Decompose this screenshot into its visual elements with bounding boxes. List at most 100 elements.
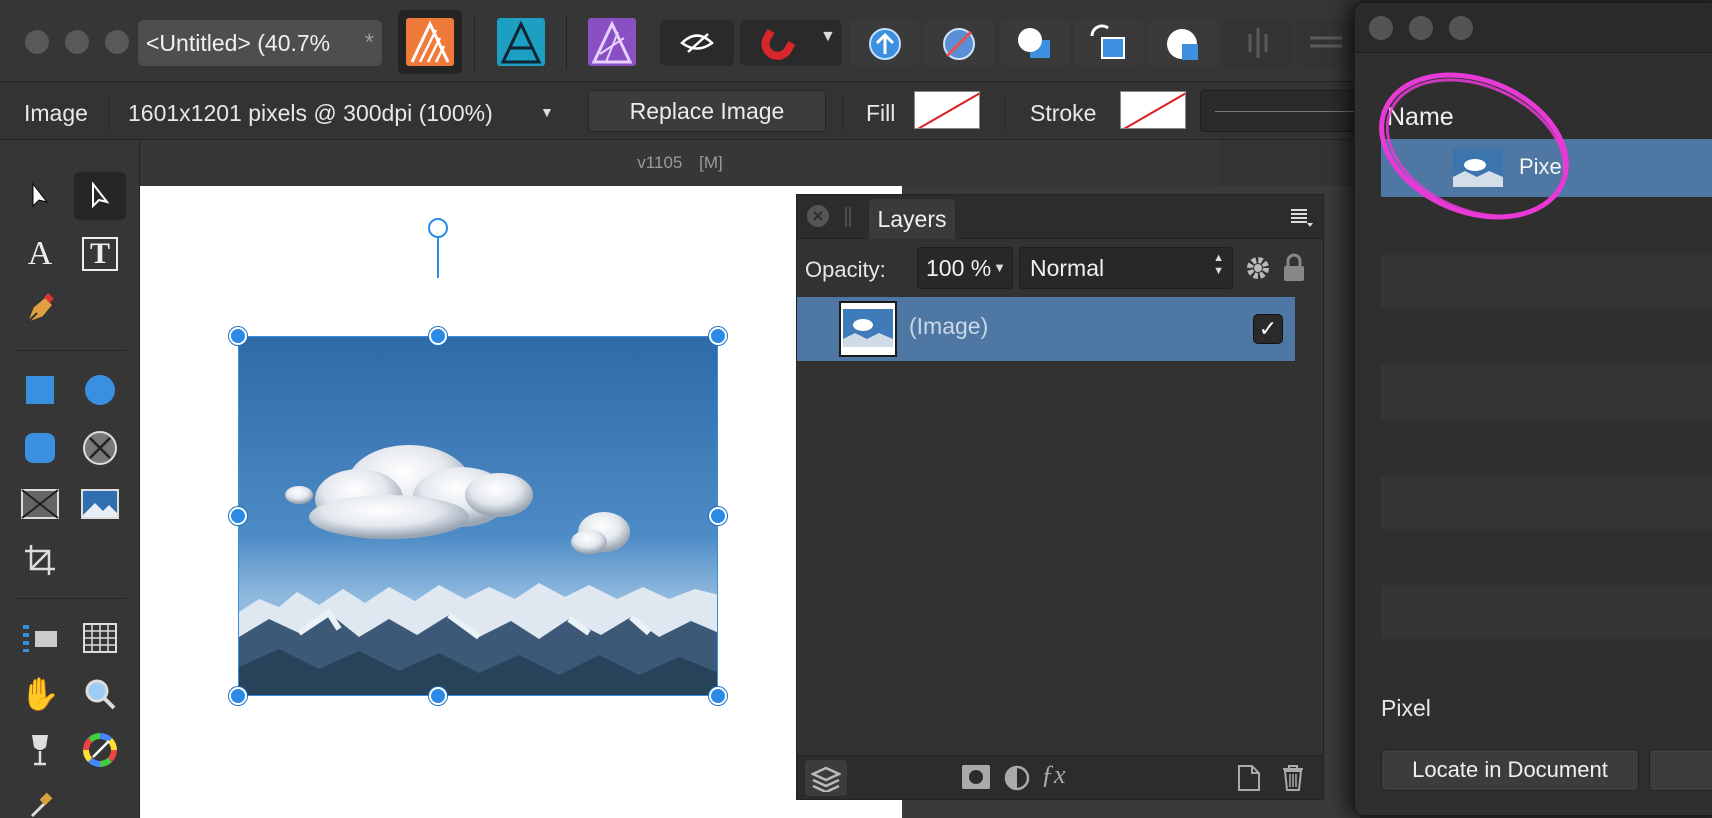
lock-button[interactable] [1281, 253, 1307, 283]
stroke-swatch[interactable] [1120, 91, 1186, 129]
distribute-icon [1310, 36, 1342, 48]
panel-close-icon[interactable]: × [807, 205, 829, 227]
publisher-persona-button[interactable] [398, 10, 462, 74]
designer-persona-button[interactable] [489, 10, 553, 74]
fill-swatch[interactable] [914, 91, 980, 129]
image-icon [81, 489, 119, 519]
panel-grip-icon[interactable] [845, 207, 851, 227]
move-tool[interactable] [14, 172, 66, 220]
layers-panel-header: × Layers [797, 195, 1323, 239]
resource-empty-row [1381, 475, 1712, 529]
ellipse-icon [85, 375, 115, 405]
place-image-tool[interactable] [74, 480, 126, 528]
resource-window-zoom-button[interactable] [1449, 16, 1473, 40]
tools-panel: A T ✋ [0, 140, 140, 818]
secondary-button[interactable] [1649, 749, 1712, 791]
resource-empty-row [1381, 255, 1712, 309]
new-page-icon [1238, 765, 1260, 791]
document-tab-close-icon[interactable]: * [365, 20, 374, 66]
image-info-dropdown-icon[interactable]: ▼ [540, 104, 554, 120]
lock-icon [1284, 253, 1304, 281]
photo-persona-button[interactable] [580, 10, 644, 74]
distribute-button[interactable] [1296, 20, 1356, 66]
rotation-handle[interactable] [428, 218, 448, 238]
blend-mode-select[interactable]: Normal ▲ ▼ [1019, 247, 1233, 289]
arrange-up-icon [869, 28, 901, 60]
rounded-rectangle-tool[interactable] [14, 424, 66, 472]
opacity-field[interactable]: 100 % ▼ [917, 247, 1013, 289]
intersect-shape-button[interactable] [1074, 20, 1144, 66]
designer-icon [497, 18, 545, 66]
eyedropper-icon [30, 792, 53, 818]
eyedropper-tool[interactable] [28, 792, 54, 818]
fx-icon[interactable]: ƒx [1041, 760, 1071, 792]
resize-handle-right[interactable] [709, 507, 727, 525]
tab-layers[interactable]: Layers [869, 199, 955, 239]
color-picker-tool[interactable] [74, 726, 126, 774]
snapping-dropdown-icon[interactable]: ▼ [820, 28, 836, 46]
table-tool[interactable] [74, 614, 126, 662]
highlight-ellipse-annotation [1379, 72, 1569, 220]
view-tool[interactable]: ✋ [14, 670, 66, 718]
layer-row-image[interactable]: (Image) ✓ [797, 297, 1295, 361]
opacity-dropdown-icon[interactable]: ▼ [993, 248, 1006, 288]
artistic-text-tool[interactable]: A [14, 230, 66, 278]
frame-text-tool[interactable]: T [74, 230, 126, 278]
resize-handle-bottom[interactable] [429, 687, 447, 705]
geometry-button[interactable] [924, 20, 994, 66]
layer-visibility-checkbox[interactable]: ✓ [1253, 314, 1283, 344]
move-forward-button[interactable] [850, 20, 920, 66]
mode-label: [M] [699, 153, 723, 172]
toolbar-separator [566, 16, 567, 70]
tools-separator [14, 350, 126, 351]
placed-image[interactable] [238, 336, 718, 696]
stroke-width-field[interactable] [1200, 90, 1360, 132]
locate-in-document-button[interactable]: Locate in Document [1381, 749, 1639, 791]
resize-handle-bottom-right[interactable] [709, 687, 727, 705]
replace-image-button[interactable]: Replace Image [588, 90, 826, 132]
table-of-contents-tool[interactable] [14, 614, 66, 662]
window-minimize-button[interactable] [65, 30, 89, 54]
snapping-button[interactable]: ▼ [740, 20, 842, 66]
image-info-dropdown[interactable]: 1601x1201 pixels @ 300dpi (100%) [128, 100, 493, 127]
fill-tool[interactable] [14, 726, 66, 774]
resource-window-titlebar [1355, 3, 1712, 53]
pen-tool[interactable] [14, 286, 66, 334]
ellipse-tool[interactable] [74, 366, 126, 414]
node-tool[interactable] [74, 172, 126, 220]
ellipse-frame-tool[interactable] [74, 424, 126, 472]
adjustment-button[interactable] [1003, 764, 1031, 792]
view-mode-button[interactable] [660, 20, 734, 66]
align-button[interactable] [1222, 20, 1292, 66]
layer-settings-button[interactable] [1243, 253, 1273, 283]
zoom-tool[interactable] [74, 670, 126, 718]
stroke-preview-line [1215, 111, 1355, 112]
window-close-button[interactable] [25, 30, 49, 54]
resize-handle-top-left[interactable] [229, 327, 247, 345]
rounded-rectangle-icon [25, 433, 55, 463]
fill-label: Fill [866, 100, 896, 126]
crop-tool[interactable] [14, 536, 66, 584]
layer-name[interactable]: (Image) [909, 313, 988, 340]
resize-handle-top[interactable] [429, 327, 447, 345]
toolbar-separator [474, 16, 475, 70]
add-shape-button[interactable] [1000, 20, 1070, 66]
add-layer-button[interactable] [1237, 764, 1261, 792]
document-page[interactable] [140, 186, 902, 818]
add-mask-button[interactable] [961, 764, 991, 792]
picture-frame-tool[interactable] [14, 480, 66, 528]
divide-shape-button[interactable] [1148, 20, 1218, 66]
resize-handle-top-right[interactable] [709, 327, 727, 345]
resize-handle-left[interactable] [229, 507, 247, 525]
layer-stack-button[interactable] [805, 760, 847, 796]
rectangle-tool[interactable] [14, 366, 66, 414]
resize-handle-bottom-left[interactable] [229, 687, 247, 705]
eye-icon [680, 33, 714, 53]
resource-window-minimize-button[interactable] [1409, 16, 1433, 40]
delete-layer-button[interactable] [1281, 764, 1305, 792]
opacity-label: Opacity: [805, 257, 886, 282]
window-zoom-button[interactable] [105, 30, 129, 54]
panel-menu-icon[interactable] [1291, 207, 1313, 227]
document-tab[interactable]: <Untitled> (40.7% * [138, 20, 382, 66]
resource-window-close-button[interactable] [1369, 16, 1393, 40]
